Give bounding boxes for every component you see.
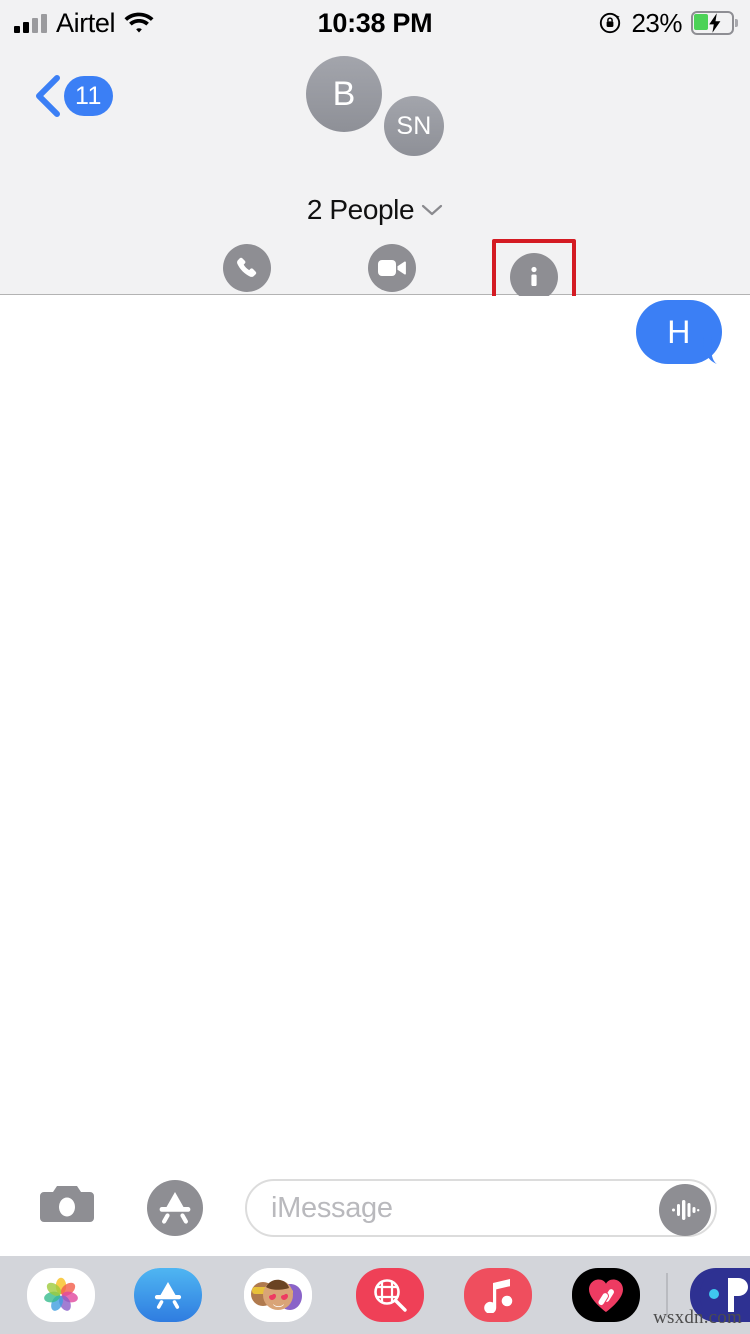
app-store-icon [134,1268,202,1322]
battery-percent-label: 23% [631,7,682,38]
info-icon [510,253,558,301]
app-drawer-item-app-store[interactable] [134,1268,202,1322]
conversation-header: 11 B SN 2 People audio [0,46,750,347]
bubble-tail-icon [703,337,717,364]
imessage-placeholder: iMessage [271,1191,393,1224]
message-list: H [0,296,750,1151]
app-drawer-item-digital-touch[interactable] [572,1268,640,1322]
watermark: wsxdn.com [653,1307,742,1328]
status-bar-right: 23% [598,0,738,46]
app-drawer-item-images[interactable] [356,1268,424,1322]
imessage-input[interactable]: iMessage [245,1179,717,1237]
message-input-bar: iMessage [0,1151,750,1256]
iphone-messages-screen: Airtel 10:38 PM 23% 11 B SN 2 People H i… [0,0,750,1334]
status-bar: Airtel 10:38 PM 23% [0,0,750,46]
audio-waveform-icon[interactable] [659,1184,711,1236]
app-store-icon[interactable] [145,1178,205,1238]
heart-touch-icon [589,1279,623,1312]
participants-label: 2 People [306,194,415,225]
camera-icon[interactable] [38,1182,96,1226]
music-note-icon [484,1279,513,1313]
participants-button[interactable]: 2 People [0,194,750,226]
avatar[interactable]: B [306,56,382,132]
avatar[interactable]: SN [384,96,444,156]
participant-avatars[interactable]: B SN [0,56,750,166]
rotation-lock-icon [598,11,622,35]
battery-charging-icon [691,11,738,35]
images-search-icon [374,1279,407,1312]
phone-icon [222,244,271,292]
app-drawer-item-memoji[interactable] [244,1268,312,1322]
photos-icon [44,1277,78,1311]
app-drawer-item-photos[interactable] [27,1268,95,1322]
imessage-app-drawer: wsxdn.com [0,1256,750,1334]
app-drawer-item-music[interactable] [464,1268,532,1322]
chevron-down-icon [421,203,443,217]
memoji-icon [244,1268,312,1322]
video-camera-icon [367,244,416,292]
message-row-outgoing: H [636,300,722,364]
